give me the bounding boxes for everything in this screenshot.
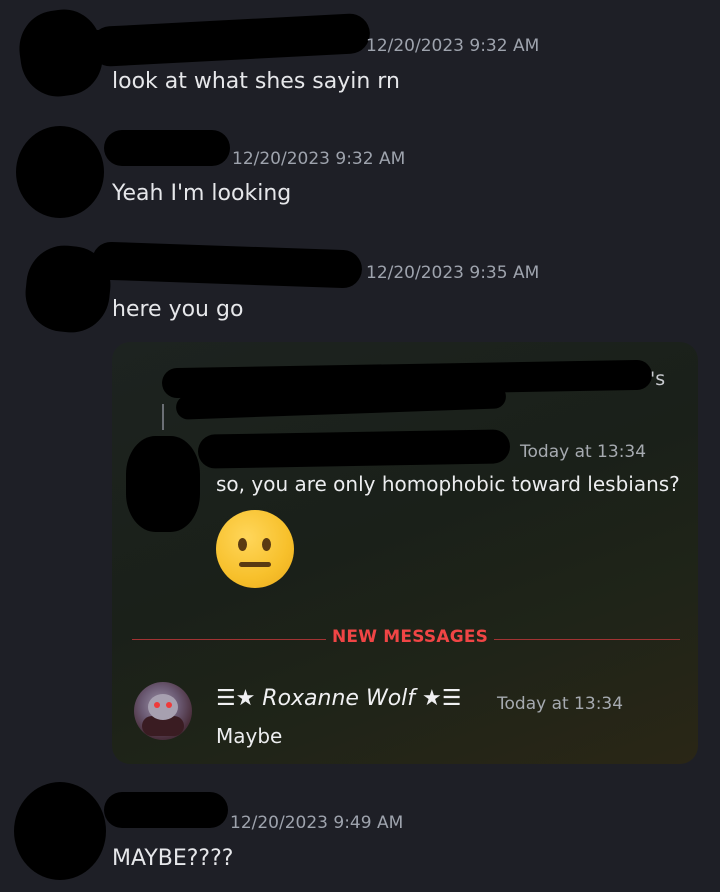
message-timestamp: 12/20/2023 9:35 AM [366, 263, 540, 283]
message-text: look at what shes sayin rn [112, 69, 400, 94]
redacted-username [104, 792, 228, 828]
embed-message-text: so, you are only homophobic toward lesbi… [216, 472, 680, 496]
message-text: here you go [112, 297, 244, 322]
embed-timestamp: Today at 13:34 [520, 442, 647, 462]
new-messages-label: NEW MESSAGES [332, 627, 489, 647]
neutral-face-emoji-icon [216, 510, 294, 588]
reply-preview-fragment: 's [650, 368, 666, 390]
redacted-avatar [14, 782, 106, 880]
redacted-username [89, 12, 371, 68]
redacted-username [91, 241, 363, 289]
message-timestamp: 12/20/2023 9:49 AM [230, 813, 404, 833]
message-timestamp: 12/20/2023 9:32 AM [232, 149, 406, 169]
message-timestamp: 12/20/2023 9:32 AM [366, 36, 540, 56]
new-messages-divider-left [132, 639, 326, 640]
redacted-avatar [126, 436, 200, 532]
reply-bar [162, 404, 164, 430]
new-messages-divider-right [494, 639, 680, 640]
message-text: MAYBE???? [112, 846, 234, 871]
message-text: Yeah I'm looking [112, 181, 292, 206]
redacted-avatar [16, 126, 104, 218]
embedded-screenshot[interactable]: 's Today at 13:34 so, you are only homop… [112, 342, 698, 764]
embed-timestamp: Today at 13:34 [497, 694, 624, 714]
redacted-username [197, 429, 511, 469]
username[interactable]: ☰★ Roxanne Wolf ★☰ [216, 686, 461, 711]
user-avatar[interactable] [134, 682, 192, 740]
redacted-username [104, 130, 230, 166]
embed-message-text: Maybe [216, 724, 283, 748]
